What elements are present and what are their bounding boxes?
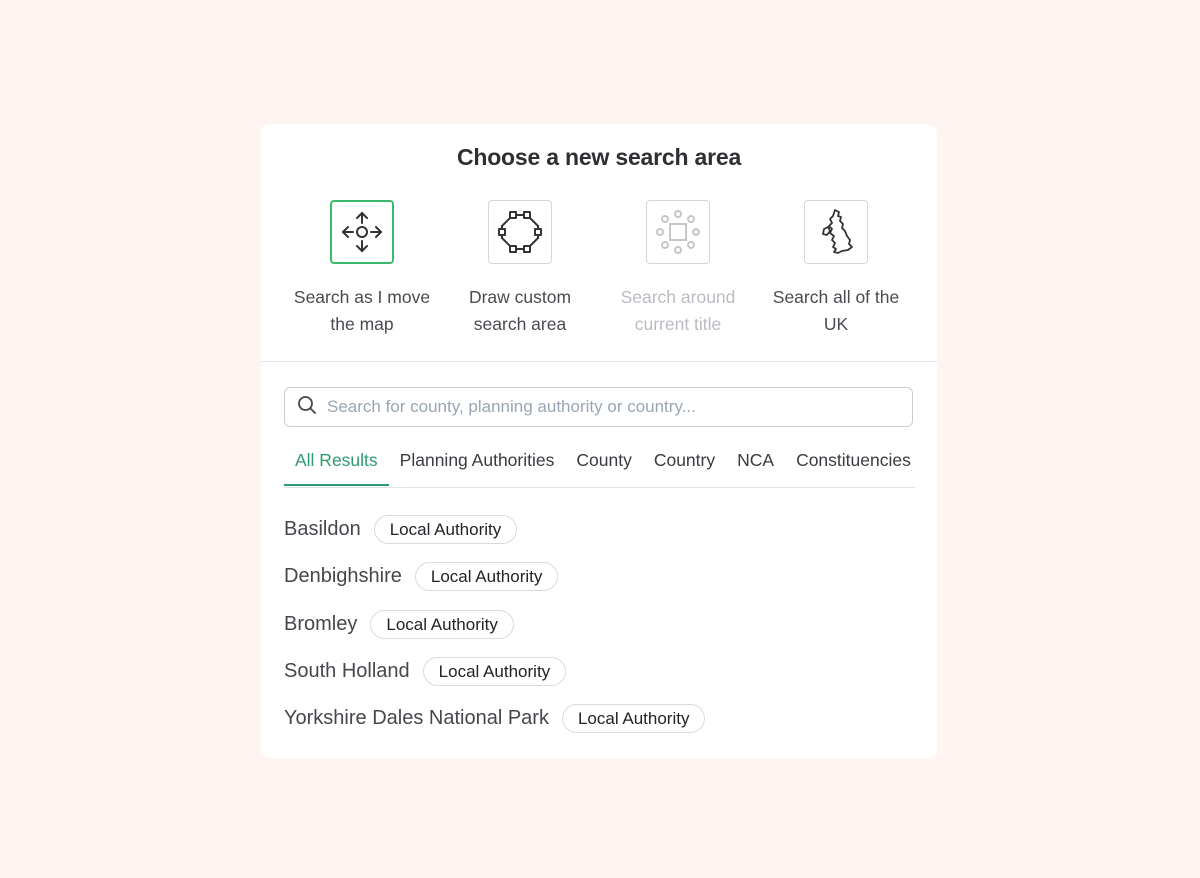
divider [261, 361, 937, 362]
list-item[interactable]: Basildon Local Authority [284, 506, 705, 553]
option-label: Search around current title [620, 287, 736, 334]
option-search-around-title[interactable]: Search around current title [599, 200, 757, 338]
panel-title: Choose a new search area [456, 144, 742, 170]
tab-planning-authorities[interactable]: Planning Authorities [389, 445, 566, 486]
option-label: Draw custom search area [468, 287, 572, 334]
result-type-badge: Local Authority [373, 515, 518, 545]
search-area-options: Search as I move the map Draw custom sea… [283, 200, 915, 338]
result-tabs: All Results Planning Authorities County Cou… [284, 445, 915, 488]
tab-county[interactable]: County [565, 445, 642, 486]
result-name: Denbighshire [284, 565, 402, 588]
search-box[interactable] [284, 387, 913, 427]
uk-map-icon [804, 200, 868, 264]
result-type-badge: Local Authority [370, 609, 514, 639]
result-type-badge: Local Authority [414, 562, 559, 592]
results-list: Basildon Local Authority Denbighshire Lo… [284, 506, 706, 742]
search-icon [297, 395, 317, 420]
option-search-all-uk[interactable]: Search all of the UK [757, 200, 915, 338]
option-label: Search as I move the map [293, 287, 431, 334]
search-area-panel: Choose a new search area Search as I mov… [261, 124, 937, 758]
list-item[interactable]: Denbighshire Local Authority [284, 553, 705, 600]
move-arrows-icon [330, 200, 394, 264]
list-item[interactable]: Yorkshire Dales National Park Local Auth… [284, 695, 706, 742]
result-name: Yorkshire Dales National Park [284, 707, 549, 730]
search-input[interactable] [325, 396, 912, 418]
option-label: Search all of the UK [772, 287, 900, 334]
result-type-badge: Local Authority [422, 657, 567, 687]
list-item[interactable]: Bromley Local Authority [284, 601, 705, 648]
result-name: Basildon [284, 518, 361, 541]
result-name: South Holland [284, 660, 410, 683]
tab-all-results[interactable]: All Results [284, 445, 389, 486]
result-type-badge: Local Authority [561, 704, 706, 734]
polygon-draw-icon [488, 200, 552, 264]
radius-around-icon [646, 200, 710, 264]
tab-country[interactable]: Country [643, 445, 726, 486]
list-item[interactable]: South Holland Local Authority [284, 648, 705, 695]
result-name: Bromley [284, 612, 358, 635]
tab-nca[interactable]: NCA [726, 445, 785, 486]
option-draw-custom[interactable]: Draw custom search area [441, 200, 599, 338]
option-search-as-move[interactable]: Search as I move the map [283, 200, 441, 338]
tab-constituencies[interactable]: Constituencies [785, 445, 915, 486]
